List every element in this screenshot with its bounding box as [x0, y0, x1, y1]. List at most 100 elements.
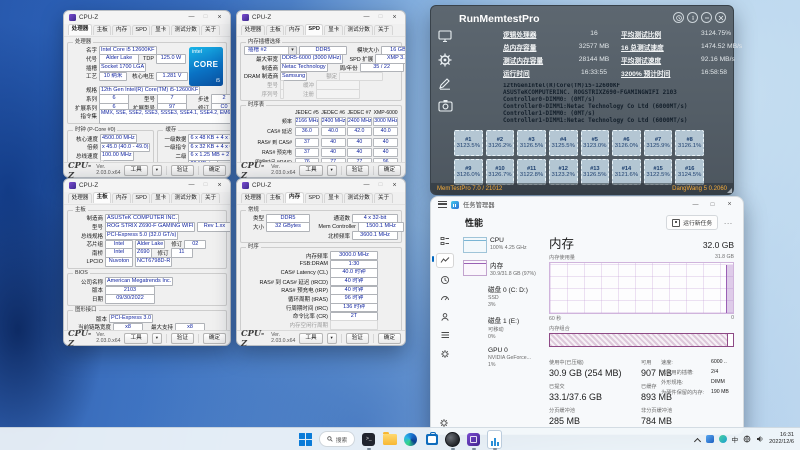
tray-app-icon-2[interactable]	[719, 435, 727, 443]
taskbar-search[interactable]: 搜索	[319, 431, 356, 447]
tab-3[interactable]: SPD	[132, 25, 151, 35]
tab-4[interactable]: 显卡	[324, 25, 342, 35]
tools-dropdown-arrow[interactable]	[152, 333, 162, 344]
tab-0[interactable]: 处理器	[241, 25, 265, 35]
minimize-button[interactable]	[361, 11, 372, 24]
history-icon[interactable]	[673, 12, 684, 23]
maximize-button[interactable]	[706, 202, 719, 208]
ok-button[interactable]: 确定	[203, 333, 226, 344]
tab-4[interactable]: 显卡	[324, 193, 342, 203]
network-icon[interactable]	[743, 435, 751, 443]
tools-button[interactable]: 工具	[299, 165, 322, 176]
services-icon[interactable]	[437, 347, 453, 360]
ime-indicator[interactable]: 中	[732, 434, 739, 444]
taskbar-console-app-icon[interactable]	[361, 432, 376, 447]
minimize-button[interactable]	[361, 179, 372, 192]
menu-hamburger-icon[interactable]	[438, 201, 447, 208]
titlebar[interactable]: CPU-Z	[237, 11, 405, 24]
tab-6[interactable]: 关于	[201, 25, 219, 35]
close-button[interactable]	[214, 11, 225, 25]
perf-item-GPU 0[interactable]: GPU 0NVIDIA GeForce...1%	[463, 347, 543, 368]
validate-button[interactable]: 验证	[346, 333, 369, 344]
more-options-button[interactable]: ...	[724, 219, 733, 226]
tab-3[interactable]: SPD	[132, 193, 151, 203]
maximize-button[interactable]	[375, 11, 386, 24]
taskbar-cpuz-app-icon[interactable]	[466, 432, 481, 447]
ok-button[interactable]: 确定	[378, 333, 401, 344]
perf-item-内存[interactable]: 内存30.9/31.8 GB (97%)	[463, 260, 543, 277]
perf-item-磁盘 1 (E:)[interactable]: 磁盘 1 (E:)可移动0%	[463, 315, 543, 340]
hidden-icons-chevron[interactable]	[695, 436, 701, 442]
tab-0[interactable]: 处理器	[68, 24, 92, 35]
camera-icon[interactable]	[438, 99, 453, 112]
run-new-task-button[interactable]: 运行新任务	[666, 215, 718, 230]
app-history-icon[interactable]	[437, 273, 453, 286]
tray-app-icon-1[interactable]	[706, 435, 714, 443]
details-icon[interactable]	[437, 329, 453, 342]
users-icon[interactable]	[437, 310, 453, 323]
maximize-button[interactable]	[375, 179, 386, 192]
performance-icon[interactable]	[436, 253, 454, 268]
maximize-button[interactable]	[200, 179, 211, 192]
titlebar[interactable]: CPU-Z	[237, 179, 405, 192]
minimize-button[interactable]	[689, 202, 702, 208]
maximize-button[interactable]	[200, 11, 211, 24]
tab-5[interactable]: 测试分数	[344, 193, 374, 203]
taskbar-task-manager-icon[interactable]	[487, 432, 502, 447]
ok-button[interactable]: 确定	[203, 165, 226, 176]
tools-button[interactable]: 工具	[299, 333, 322, 344]
tab-6[interactable]: 关于	[201, 193, 219, 203]
taskbar-file-explorer-icon[interactable]	[382, 432, 397, 447]
tab-6[interactable]: 关于	[374, 193, 392, 203]
taskbar-edge-icon[interactable]	[403, 432, 418, 447]
taskbar-camera-app-icon[interactable]	[445, 432, 460, 447]
taskbar-store-icon[interactable]	[424, 432, 439, 447]
settings-gear-icon[interactable]	[437, 52, 453, 68]
edit-pen-icon[interactable]	[438, 77, 452, 90]
tab-4[interactable]: 显卡	[151, 193, 169, 203]
tab-0[interactable]: 处理器	[68, 193, 92, 203]
titlebar[interactable]: 任务管理器	[431, 197, 743, 212]
titlebar[interactable]: CPU-Z	[64, 179, 230, 192]
resize-grip[interactable]	[727, 188, 732, 193]
close-icon[interactable]	[715, 12, 726, 23]
tab-2[interactable]: 内存	[285, 192, 303, 203]
validate-button[interactable]: 验证	[346, 165, 369, 176]
tools-dropdown-arrow[interactable]	[327, 333, 337, 344]
tab-2[interactable]: 内存	[112, 25, 130, 35]
validate-button[interactable]: 验证	[171, 165, 194, 176]
close-button[interactable]	[389, 11, 400, 25]
clock[interactable]: 16:31 2022/12/6	[769, 432, 794, 445]
dropdown-select[interactable]: 插槽 #2	[244, 46, 297, 55]
validate-button[interactable]: 验证	[171, 333, 194, 344]
perf-item-磁盘 0 (C: D:)[interactable]: 磁盘 0 (C: D:)SSD3%	[463, 284, 543, 308]
tab-2[interactable]: 内存	[285, 25, 303, 35]
ok-button[interactable]: 确定	[378, 165, 401, 176]
minimize-icon[interactable]	[701, 12, 712, 23]
tab-1[interactable]: 主板	[93, 25, 111, 35]
close-button[interactable]	[214, 179, 225, 193]
tools-dropdown-arrow[interactable]	[152, 165, 162, 176]
tools-button[interactable]: 工具	[124, 333, 147, 344]
tab-5[interactable]: 测试分数	[171, 193, 201, 203]
tab-5[interactable]: 测试分数	[344, 25, 374, 35]
close-button[interactable]	[723, 201, 736, 208]
tab-4[interactable]: 显卡	[151, 25, 169, 35]
tools-button[interactable]: 工具	[124, 165, 147, 176]
monitor-icon[interactable]	[438, 30, 452, 43]
volume-icon[interactable]	[756, 435, 764, 443]
start-button[interactable]	[298, 432, 313, 447]
processes-icon[interactable]	[437, 234, 453, 247]
minimize-button[interactable]	[186, 179, 197, 192]
titlebar[interactable]: CPU-Z	[64, 11, 230, 24]
tab-1[interactable]: 主板	[266, 193, 284, 203]
memory-composition-bar[interactable]	[549, 333, 734, 347]
perf-item-CPU[interactable]: CPU100% 4.25 GHz	[463, 237, 543, 253]
tab-3[interactable]: SPD	[305, 24, 324, 35]
tab-5[interactable]: 测试分数	[171, 25, 201, 35]
tab-3[interactable]: SPD	[305, 193, 324, 203]
tab-6[interactable]: 关于	[374, 25, 392, 35]
tab-1[interactable]: 主板	[266, 25, 284, 35]
startup-apps-icon[interactable]	[437, 292, 453, 305]
tab-0[interactable]: 处理器	[241, 193, 265, 203]
